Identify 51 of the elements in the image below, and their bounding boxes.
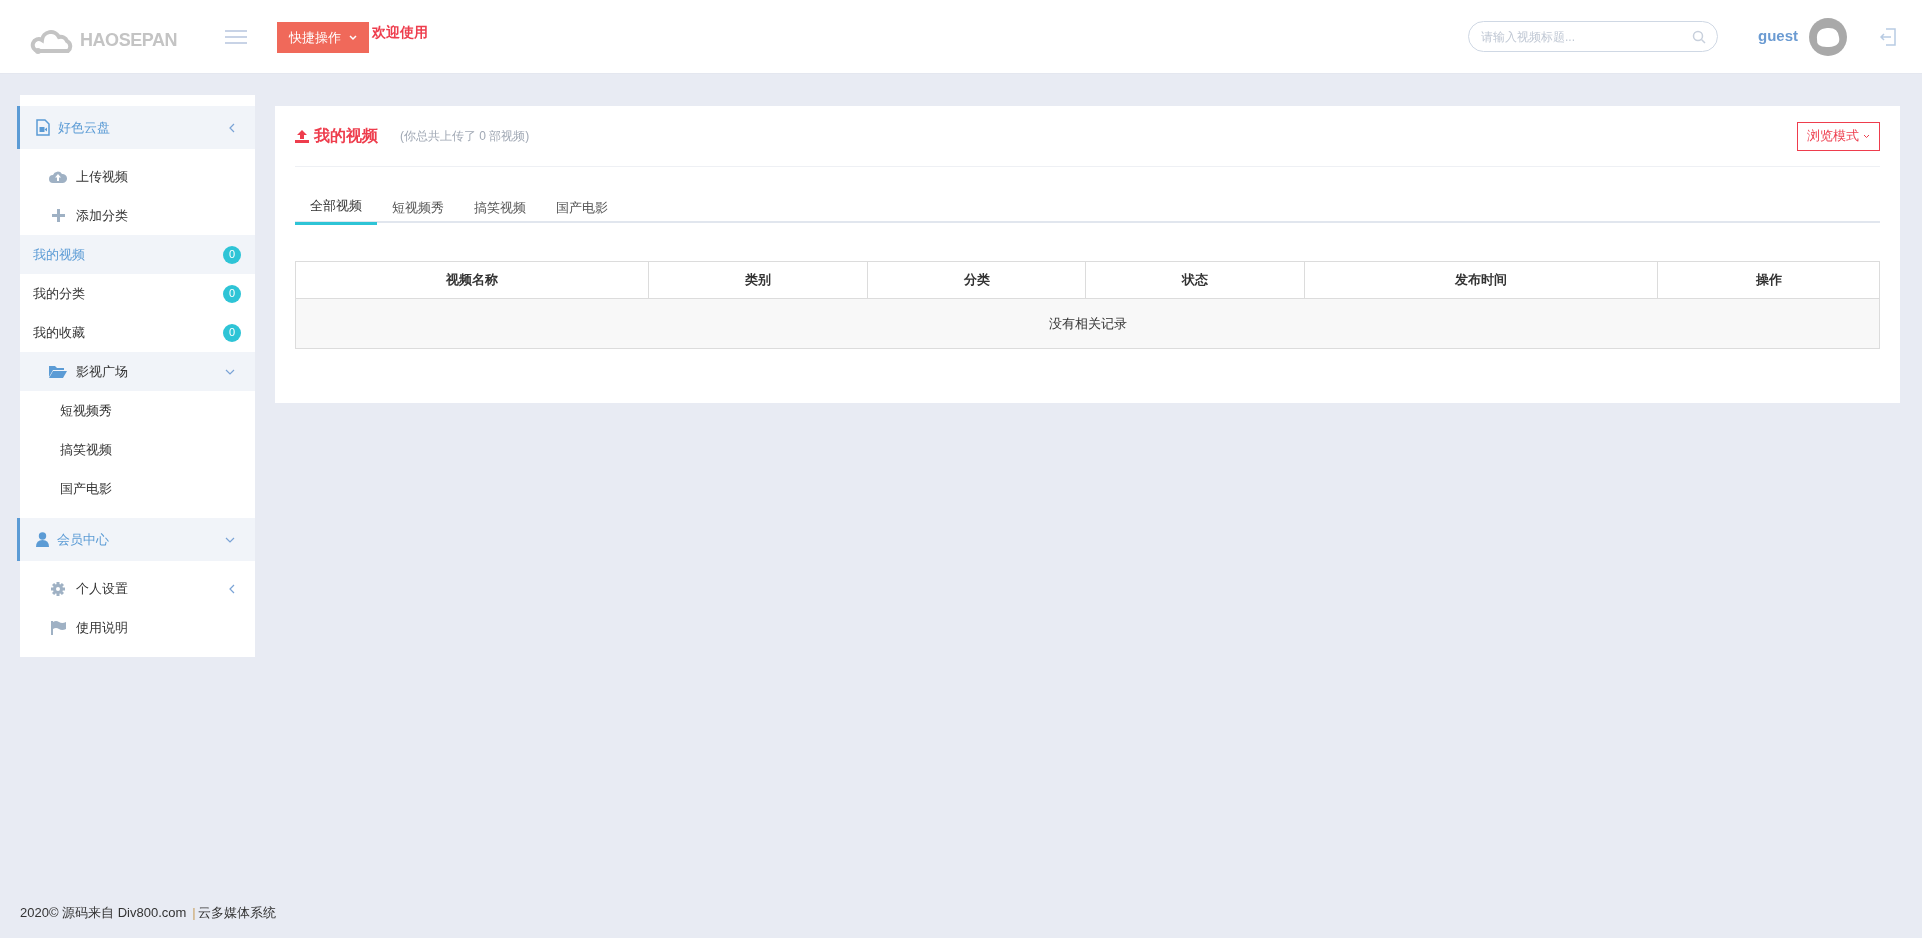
count-badge: 0 xyxy=(223,245,241,264)
view-mode-dropdown[interactable]: 浏览模式 xyxy=(1797,121,1880,151)
column-header: 视频名称 xyxy=(295,261,649,299)
sidebar-link[interactable]: 我的收藏 0 xyxy=(20,313,255,352)
empty-table-message: 没有相关记录 xyxy=(295,298,1880,349)
tab[interactable]: 国产电影 xyxy=(541,190,623,225)
caret-icon xyxy=(1863,133,1870,139)
column-header: 类别 xyxy=(648,261,868,299)
folder-icon xyxy=(49,365,67,378)
sidebar-item[interactable]: 上传视频 xyxy=(20,157,255,196)
sidebar-item[interactable]: 使用说明 xyxy=(20,608,255,647)
upload-icon xyxy=(295,129,309,143)
column-header: 发布时间 xyxy=(1304,261,1658,299)
cloud-upload-icon xyxy=(49,170,67,183)
footer-separator: | xyxy=(192,904,196,922)
column-header: 状态 xyxy=(1085,261,1305,299)
sidebar-sublink[interactable]: 搞笑视频 xyxy=(20,430,255,469)
count-badge: 0 xyxy=(223,323,241,342)
page-title: 我的视频 xyxy=(314,126,378,146)
copyright-text: 2020© 源码来自 Div800.com xyxy=(20,904,187,922)
flag-icon xyxy=(50,620,66,635)
system-name-text: 云多媒体系统 xyxy=(197,904,276,922)
chevron-left-icon[interactable] xyxy=(229,122,235,133)
gear-icon xyxy=(51,581,65,596)
count-badge: 0 xyxy=(223,284,241,303)
sidebar-item[interactable]: 影视广场 xyxy=(20,352,255,391)
sidebar-sublink[interactable]: 国产电影 xyxy=(20,469,255,508)
sidebar-item[interactable]: 添加分类 xyxy=(20,196,255,235)
tab[interactable]: 短视频秀 xyxy=(377,190,459,225)
menu-icon[interactable] xyxy=(225,28,247,45)
tab[interactable]: 搞笑视频 xyxy=(459,190,541,225)
chevron-down-icon[interactable] xyxy=(225,536,235,543)
video-file-icon xyxy=(36,119,50,136)
plus-icon xyxy=(51,209,65,222)
logout-icon[interactable] xyxy=(1880,27,1896,46)
caret-icon xyxy=(349,34,357,41)
upload-count-text: (你总共上传了 0 部视频) xyxy=(400,128,530,145)
sidebar-sublink[interactable]: 短视频秀 xyxy=(20,391,255,430)
welcome-text: 欢迎使用 xyxy=(372,23,428,42)
sidebar-item[interactable]: 个人设置 xyxy=(20,569,255,608)
user-icon xyxy=(36,532,49,547)
avatar-icon[interactable] xyxy=(1808,16,1848,57)
logo-text: HAOSEPAN xyxy=(80,29,178,52)
sidebar-link[interactable]: 我的分类 0 xyxy=(20,274,255,313)
search-field[interactable]: 请输入视频标题... xyxy=(1468,21,1718,52)
chevron-down-icon[interactable] xyxy=(225,368,235,375)
chevron-left-icon[interactable] xyxy=(229,583,235,594)
column-header: 操作 xyxy=(1657,261,1880,299)
search-icon[interactable] xyxy=(1692,30,1706,44)
tab[interactable]: 全部视频 xyxy=(295,190,377,225)
column-header: 分类 xyxy=(867,261,1086,299)
